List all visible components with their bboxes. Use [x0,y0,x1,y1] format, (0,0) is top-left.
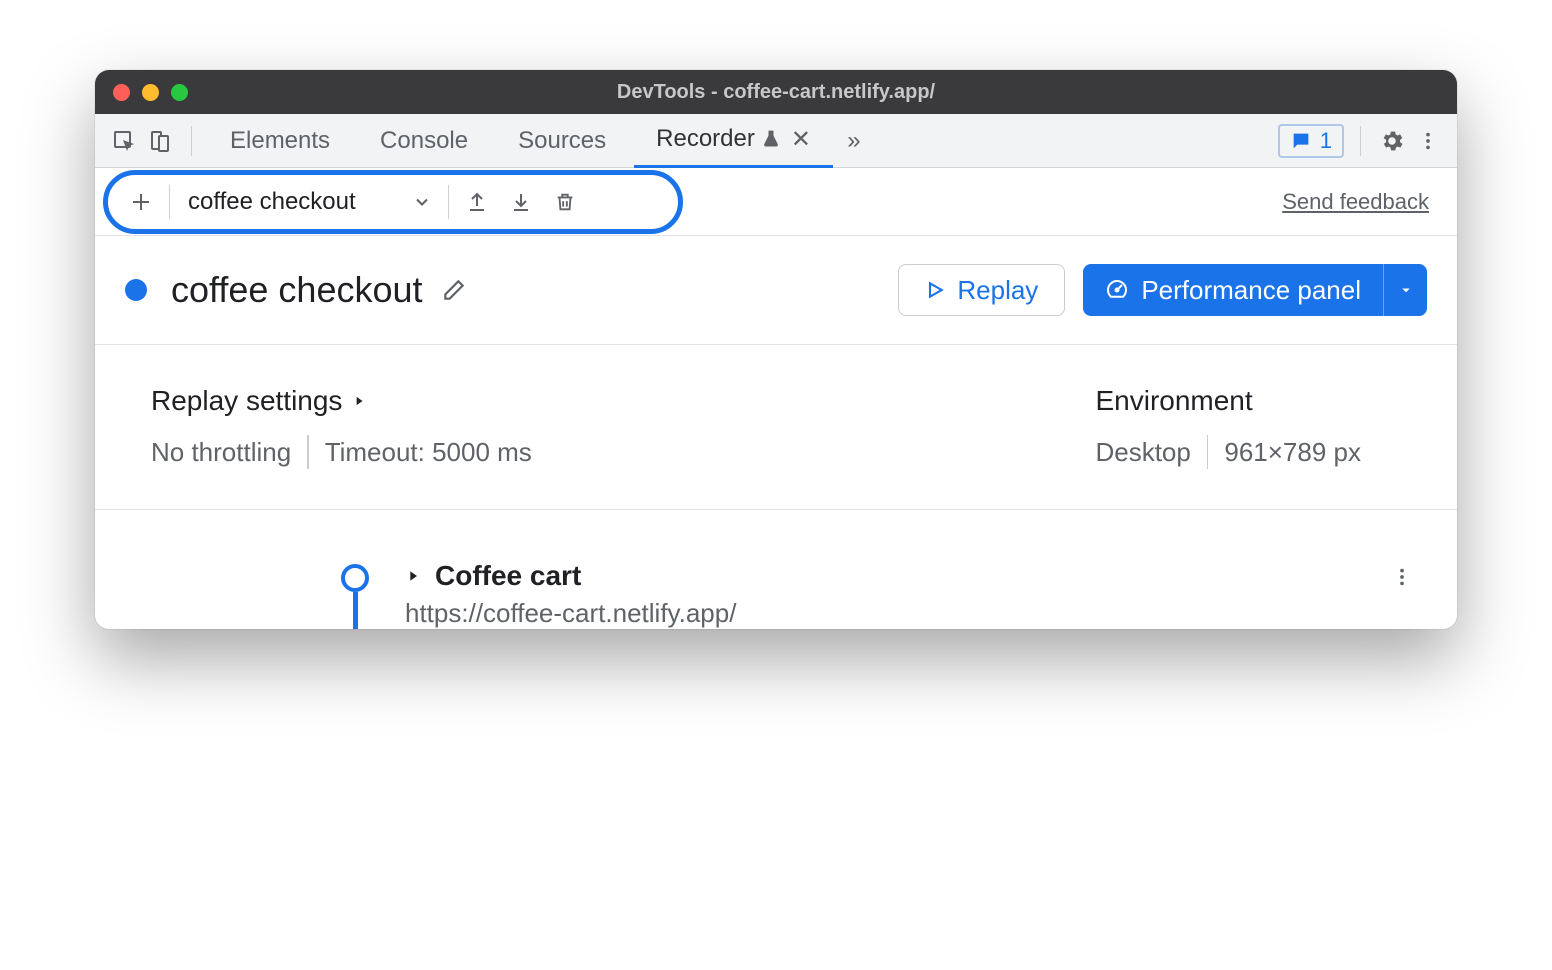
devtools-window: DevTools - coffee-cart.netlify.app/ Elem… [95,70,1457,629]
edit-title-button[interactable] [441,277,467,303]
replay-settings-title[interactable]: Replay settings [151,385,532,417]
device-toggle-icon[interactable] [145,126,175,156]
chevron-down-icon [1397,281,1415,299]
performance-panel-button[interactable]: Performance panel [1083,264,1383,316]
environment-settings: Environment Desktop 961×789 px [1095,385,1361,469]
throttling-value: No throttling [151,437,291,468]
gauge-icon [1105,278,1129,302]
maximize-window[interactable] [171,84,188,101]
tab-sources[interactable]: Sources [496,114,628,168]
titlebar: DevTools - coffee-cart.netlify.app/ [95,70,1457,114]
separator [191,126,192,156]
separator [1360,126,1361,156]
separator [1207,435,1209,469]
steps-list: Coffee cart https://coffee-cart.netlify.… [95,510,1457,629]
replay-label: Replay [957,275,1038,306]
replay-settings: Replay settings No throttling Timeout: 5… [151,385,532,469]
performance-panel-dropdown[interactable] [1383,264,1427,316]
import-button[interactable] [499,182,543,222]
recording-header: coffee checkout Replay Performance panel [95,236,1457,345]
separator [169,185,170,219]
close-tab-icon[interactable]: ✕ [791,125,811,154]
step-marker [341,564,369,629]
recorder-toolbar: coffee checkout Send feedback [95,168,1457,236]
upload-icon [465,190,489,214]
viewport-value: 961×789 px [1224,437,1361,468]
perf-panel-label: Performance panel [1141,275,1361,306]
chevron-right-icon[interactable] [405,568,421,584]
inspect-icon[interactable] [109,126,139,156]
separator [307,435,309,469]
settings-icon[interactable] [1377,126,1407,156]
window-title: DevTools - coffee-cart.netlify.app/ [95,81,1457,104]
chevron-right-icon [352,394,366,408]
devtools-tabbar: Elements Console Sources Recorder ✕ » 1 [95,114,1457,168]
separator [448,185,449,219]
messages-count: 1 [1320,128,1332,154]
timeout-value: Timeout: 5000 ms [325,437,532,468]
flask-icon [761,129,781,149]
download-icon [509,190,533,214]
chevron-down-icon[interactable] [402,192,442,212]
status-dot [125,279,147,301]
kebab-icon [1391,566,1413,588]
more-tabs-icon[interactable]: » [839,126,869,156]
recording-title: coffee checkout [171,269,423,311]
settings-row: Replay settings No throttling Timeout: 5… [95,345,1457,510]
send-feedback-link[interactable]: Send feedback [1282,189,1429,215]
environment-title: Environment [1095,385,1361,417]
replay-button[interactable]: Replay [898,264,1065,316]
play-icon [925,280,945,300]
trash-icon [554,191,576,213]
message-icon [1290,130,1312,152]
window-controls [113,84,188,101]
tab-console[interactable]: Console [358,114,490,168]
messages-badge[interactable]: 1 [1278,124,1344,158]
recording-select[interactable]: coffee checkout [176,188,402,216]
step-title[interactable]: Coffee cart [435,560,581,592]
step-url: https://coffee-cart.netlify.app/ [405,598,736,629]
step-menu-button[interactable] [1391,566,1413,588]
kebab-menu-icon[interactable] [1413,126,1443,156]
delete-button[interactable] [543,182,587,222]
new-recording-button[interactable] [119,182,163,222]
tab-recorder[interactable]: Recorder ✕ [634,114,833,168]
export-button[interactable] [455,182,499,222]
close-window[interactable] [113,84,130,101]
plus-icon [129,190,153,214]
minimize-window[interactable] [142,84,159,101]
device-value: Desktop [1095,437,1190,468]
tab-elements[interactable]: Elements [208,114,352,168]
pencil-icon [441,277,467,303]
performance-panel-group: Performance panel [1083,264,1427,316]
step-item: Coffee cart https://coffee-cart.netlify.… [95,560,1457,629]
